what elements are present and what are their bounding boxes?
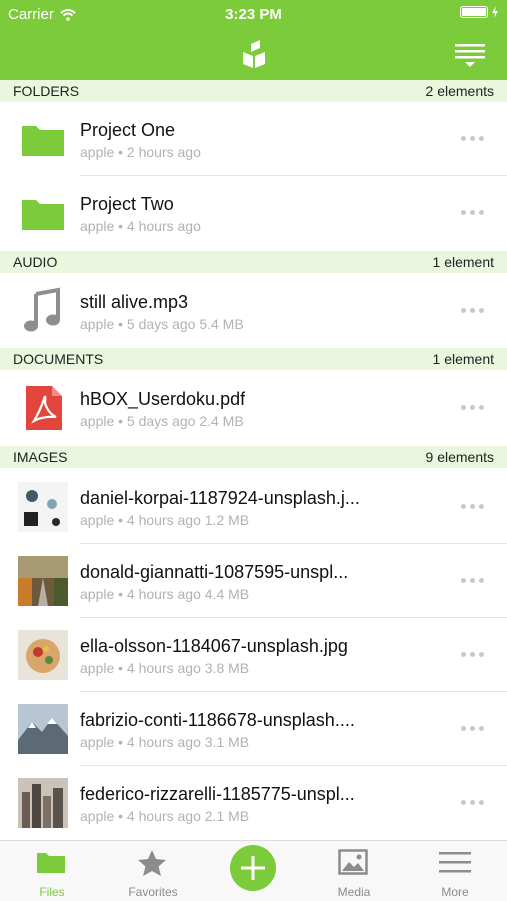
section-title: DOCUMENTS <box>13 351 104 367</box>
menu-icon <box>439 852 471 873</box>
section-count: 2 elements <box>425 83 494 99</box>
item-meta: apple • 4 hours ago 3.1 MB <box>80 734 250 750</box>
section-count: 1 element <box>432 254 494 270</box>
item-title: donald-giannatti-1087595-unspl... <box>80 562 349 582</box>
item-meta: apple • 5 days ago 2.4 MB <box>80 413 244 429</box>
folder-icon <box>22 126 64 156</box>
list-item-image[interactable]: fabrizio-conti-1186678-unsplash.... appl… <box>0 692 507 765</box>
pdf-file-icon <box>26 386 62 430</box>
image-icon <box>338 849 368 875</box>
item-meta: apple • 5 days ago 5.4 MB <box>80 316 244 332</box>
more-options-icon[interactable] <box>461 210 485 216</box>
folder-icon <box>37 853 65 873</box>
list-item-document[interactable]: hBOX_Userdoku.pdf apple • 5 days ago 2.4… <box>0 371 507 444</box>
folder-icon <box>22 200 64 230</box>
list-item-image[interactable]: federico-rizzarelli-1185775-unspl... app… <box>0 766 507 839</box>
item-meta: apple • 4 hours ago 1.2 MB <box>80 512 250 528</box>
status-bar: Carrier 3:23 PM <box>0 0 507 28</box>
list-item-image[interactable]: daniel-korpai-1187924-unsplash.j... appl… <box>0 470 507 543</box>
more-options-icon[interactable] <box>461 800 485 806</box>
list-item-image[interactable]: donald-giannatti-1087595-unspl... apple … <box>0 544 507 617</box>
battery-icon <box>460 6 499 18</box>
more-options-icon[interactable] <box>461 578 485 584</box>
image-thumbnail-icon <box>18 556 68 606</box>
section-header-documents: DOCUMENTS 1 element <box>0 348 507 370</box>
tab-label: More <box>441 885 469 899</box>
add-button[interactable] <box>230 845 276 891</box>
status-time: 3:23 PM <box>225 6 282 23</box>
list-item-image[interactable]: ella-olsson-1184067-unsplash.jpg apple •… <box>0 618 507 691</box>
section-count: 1 element <box>432 351 494 367</box>
tab-media[interactable]: Media <box>304 841 404 901</box>
star-icon <box>138 850 166 876</box>
tab-label: Media <box>337 885 371 899</box>
music-note-icon <box>24 287 60 332</box>
more-options-icon[interactable] <box>461 726 485 732</box>
section-header-folders: FOLDERS 2 elements <box>0 80 507 102</box>
section-header-images: IMAGES 9 elements <box>0 446 507 468</box>
more-options-icon[interactable] <box>461 308 485 314</box>
more-options-icon[interactable] <box>461 136 485 142</box>
more-options-icon[interactable] <box>461 504 485 510</box>
section-count: 9 elements <box>425 449 494 465</box>
nav-bar <box>0 28 507 80</box>
item-meta: apple • 2 hours ago <box>80 144 201 160</box>
tab-label: Favorites <box>128 885 178 899</box>
section-header-audio: AUDIO 1 element <box>0 251 507 273</box>
tab-favorites[interactable]: Favorites <box>103 841 203 901</box>
list-item-folder[interactable]: Project One apple • 2 hours ago <box>0 102 507 175</box>
image-thumbnail-icon <box>18 704 68 754</box>
item-title: ella-olsson-1184067-unsplash.jpg <box>80 636 348 656</box>
item-title: hBOX_Userdoku.pdf <box>80 389 246 409</box>
image-thumbnail-icon <box>18 482 68 532</box>
sort-menu-icon[interactable] <box>455 42 485 68</box>
more-options-icon[interactable] <box>461 405 485 411</box>
app-logo-icon <box>243 40 265 68</box>
item-title: federico-rizzarelli-1185775-unspl... <box>80 784 355 804</box>
list-item-folder[interactable]: Project Two apple • 4 hours ago <box>0 176 507 249</box>
plus-icon <box>241 856 265 880</box>
item-meta: apple • 4 hours ago 3.8 MB <box>80 660 250 676</box>
item-title: Project Two <box>80 194 174 214</box>
charging-icon <box>492 6 498 18</box>
item-title: daniel-korpai-1187924-unsplash.j... <box>80 488 360 508</box>
tab-files[interactable]: Files <box>2 841 102 901</box>
item-title: still alive.mp3 <box>80 292 189 312</box>
section-title: FOLDERS <box>13 83 80 99</box>
image-thumbnail-icon <box>18 630 68 680</box>
list-item-audio[interactable]: still alive.mp3 apple • 5 days ago 5.4 M… <box>0 274 507 347</box>
item-meta: apple • 4 hours ago 4.4 MB <box>80 586 250 602</box>
item-title: fabrizio-conti-1186678-unsplash.... <box>80 710 355 730</box>
tab-more[interactable]: More <box>405 841 505 901</box>
image-thumbnail-icon <box>18 778 68 828</box>
item-title: Project One <box>80 120 176 140</box>
item-meta: apple • 4 hours ago <box>80 218 201 234</box>
section-title: IMAGES <box>13 449 68 465</box>
section-title: AUDIO <box>13 254 58 270</box>
tab-label: Files <box>39 885 65 899</box>
more-options-icon[interactable] <box>461 652 485 658</box>
item-meta: apple • 4 hours ago 2.1 MB <box>80 808 250 824</box>
